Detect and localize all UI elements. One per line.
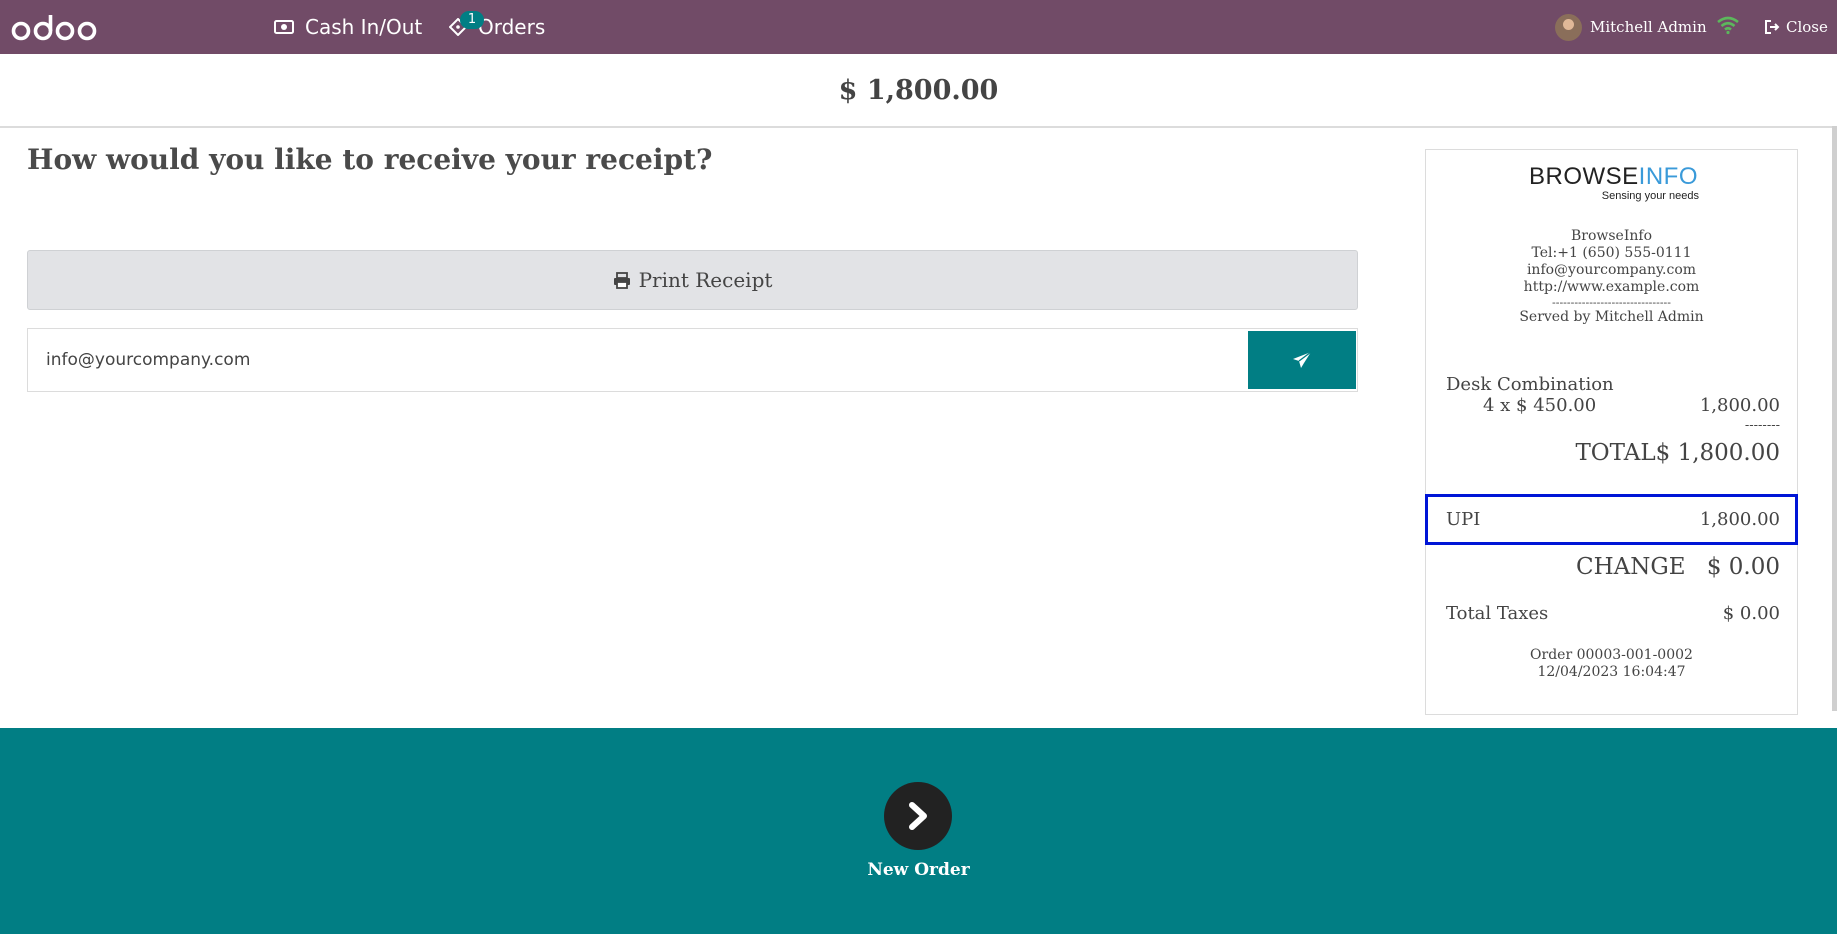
send-email-button[interactable]: [1248, 331, 1356, 389]
line-item-row: 4 x $ 450.00 1,800.00: [1446, 395, 1780, 416]
cash-in-out-label: Cash In/Out: [305, 15, 423, 39]
receipt-preview: BROWSEINFO Sensing your needs BrowseInfo…: [1425, 149, 1798, 715]
page-title: How would you like to receive your recei…: [27, 143, 713, 176]
odoo-logo: [11, 15, 97, 41]
order-ref: Order 00003-001-0002: [1530, 647, 1693, 663]
order-date: 12/04/2023 16:04:47: [1537, 664, 1686, 680]
separator-line: --------------------------------: [1552, 296, 1671, 309]
change-value: $ 0.00: [1706, 554, 1780, 580]
sign-out-icon: [1765, 20, 1780, 34]
served-by: Served by Mitchell Admin: [1519, 309, 1704, 325]
close-label: Close: [1786, 18, 1828, 36]
company-logo: BROWSEINFO Sensing your needs: [1526, 164, 1701, 210]
avatar: [1555, 13, 1582, 41]
bottom-action-bar: New Order: [0, 728, 1837, 934]
payment-amount: 1,800.00: [1699, 509, 1780, 530]
wifi-icon: [1717, 16, 1739, 35]
payment-method: UPI: [1446, 509, 1481, 530]
printer-icon: [613, 271, 630, 289]
payment-row: UPI 1,800.00: [1446, 509, 1780, 530]
order-info: Order 00003-001-0002 12/04/2023 16:04:47: [1426, 647, 1797, 681]
close-button[interactable]: Close: [1764, 0, 1828, 54]
line-item-qty-price: 4 x $ 450.00: [1483, 395, 1597, 416]
line-item-name: Desk Combination: [1446, 374, 1614, 395]
email-receipt-form: [27, 328, 1358, 392]
amount-header: $ 1,800.00: [0, 54, 1837, 128]
company-email: info@yourcompany.com: [1526, 262, 1697, 278]
top-navbar: Cash In/Out Orders 1 Mitchell Admin Clos…: [0, 0, 1837, 54]
orders-label: Orders: [478, 15, 546, 39]
cash-in-out-button[interactable]: Cash In/Out: [274, 0, 422, 54]
taxes-row: Total Taxes $ 0.00: [1446, 603, 1780, 624]
chevron-right-icon: [909, 802, 927, 830]
total-dashes: --------: [1744, 418, 1780, 433]
change-label: CHANGE: [1575, 554, 1686, 580]
user-menu[interactable]: Mitchell Admin: [1555, 0, 1707, 54]
line-item-subtotal: 1,800.00: [1699, 395, 1780, 416]
company-website: http://www.example.com: [1523, 279, 1700, 295]
company-name: BrowseInfo: [1570, 228, 1653, 244]
logo-text-dark: BROWSE: [1528, 163, 1639, 190]
paper-plane-icon: [1293, 351, 1312, 368]
company-phone: Tel:+1 (650) 555-0111: [1531, 245, 1692, 261]
user-name: Mitchell Admin: [1590, 18, 1707, 36]
total-value: $ 1,800.00: [1655, 440, 1780, 466]
total-amount: $ 1,800.00: [838, 74, 999, 106]
print-receipt-label: Print Receipt: [638, 268, 773, 292]
new-order-label[interactable]: New Order: [0, 860, 1837, 880]
total-label: TOTAL: [1575, 440, 1656, 466]
new-order-button[interactable]: [884, 782, 952, 850]
logo-text-accent: INFO: [1638, 163, 1698, 190]
logo-tagline: Sensing your needs: [1601, 190, 1699, 202]
print-receipt-button[interactable]: Print Receipt: [27, 250, 1358, 310]
taxes-value: $ 0.00: [1722, 603, 1780, 624]
company-details: BrowseInfo Tel:+1 (650) 555-0111 info@yo…: [1426, 228, 1797, 326]
email-input[interactable]: [28, 329, 1247, 391]
orders-count-badge: 1: [460, 11, 484, 29]
taxes-label: Total Taxes: [1446, 603, 1549, 624]
scrollbar[interactable]: [1832, 126, 1837, 711]
money-icon: [274, 20, 294, 34]
